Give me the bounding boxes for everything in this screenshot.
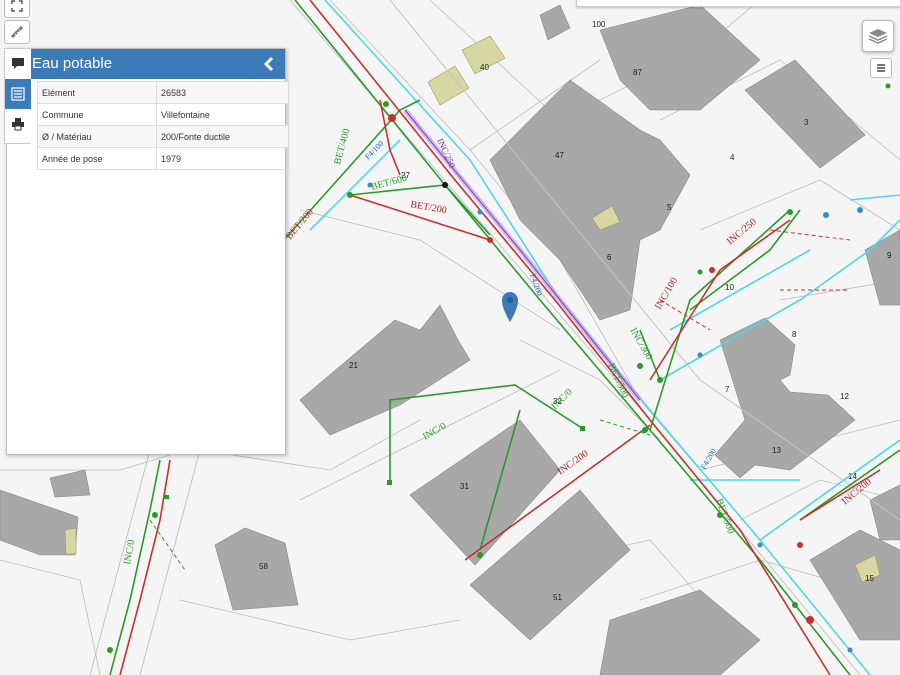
parcel-number: 31 (460, 482, 469, 491)
fullscreen-icon (11, 0, 23, 12)
menu-icon (877, 64, 885, 72)
attribute-value: 200/Fonte ductile (156, 125, 289, 148)
tab-print[interactable] (5, 109, 31, 139)
parcel-number: 40 (480, 63, 489, 72)
parcel-number: 21 (349, 361, 358, 370)
layers-button[interactable] (862, 20, 894, 52)
fullscreen-button[interactable] (4, 0, 30, 18)
menu-button[interactable] (870, 58, 892, 78)
parcel-number: 58 (259, 562, 268, 571)
parcel-number: 3 (804, 118, 809, 127)
attribute-value: Villefontaine (156, 103, 289, 126)
parcel-number: 13 (772, 446, 781, 455)
parcel-number: 87 (633, 68, 642, 77)
parcel-number: 7 (725, 385, 730, 394)
parcel-number: 4 (730, 153, 735, 162)
layers-icon (868, 29, 888, 44)
parcel-number: 15 (865, 574, 874, 583)
ruler-icon (10, 25, 24, 39)
panel-side-tabs (4, 48, 31, 144)
attribute-table: Elément 26583 Commune Villefontaine Ø / … (37, 81, 289, 170)
measure-button[interactable] (4, 20, 30, 44)
parcel-number: 5 (667, 203, 672, 212)
parcel-number: 9 (887, 251, 892, 260)
parcel-number: 12 (840, 392, 849, 401)
tab-comments[interactable] (5, 49, 31, 79)
table-row: Elément 26583 (37, 81, 289, 104)
comment-icon (12, 58, 24, 69)
tab-attributes[interactable] (5, 79, 31, 109)
parcel-number: 10 (725, 283, 734, 292)
attribute-label: Elément (37, 81, 157, 104)
attribute-value: 26583 (156, 81, 289, 104)
list-icon (11, 87, 25, 101)
parcel-number: 100 (592, 20, 606, 29)
table-row: Commune Villefontaine (37, 103, 289, 126)
attribute-label: Année de pose (37, 147, 157, 170)
attribute-value: 1979 (156, 147, 289, 170)
parcel-number: 8 (792, 330, 797, 339)
chevron-left-icon[interactable] (263, 56, 275, 72)
top-toolbar-strip (576, 0, 900, 7)
parcel-number: 6 (607, 253, 612, 262)
table-row: Ø / Matériau 200/Fonte ductile (37, 125, 289, 148)
table-row: Année de pose 1979 (37, 147, 289, 170)
attribute-label: Ø / Matériau (37, 125, 157, 148)
info-panel: Eau potable Elément 26583 Commune Villef… (6, 48, 289, 455)
panel-title: Eau potable (32, 55, 113, 72)
attribute-label: Commune (37, 103, 157, 126)
panel-header: Eau potable (30, 49, 285, 79)
parcel-number: 47 (555, 151, 564, 160)
parcel-number: 51 (553, 593, 562, 602)
print-icon (12, 118, 24, 131)
